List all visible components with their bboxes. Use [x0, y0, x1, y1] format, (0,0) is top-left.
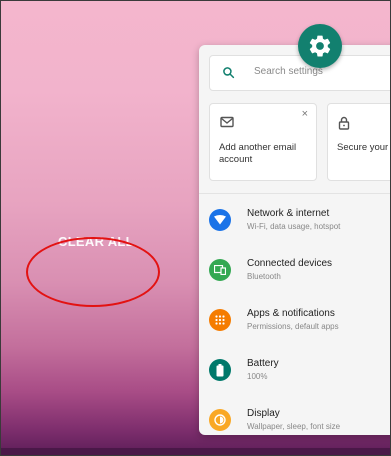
apps-icon [209, 309, 231, 331]
brightness-icon [209, 409, 231, 431]
wifi-icon [209, 209, 231, 231]
item-subtitle: Wi-Fi, data usage, hotspot [247, 222, 341, 231]
item-subtitle: Wallpaper, sleep, font size [247, 422, 341, 431]
suggestion-card-email[interactable]: × Add another email account [209, 103, 317, 181]
settings-app-icon[interactable] [298, 24, 342, 68]
item-title: Battery [247, 358, 279, 369]
search-placeholder: Search settings [254, 66, 323, 77]
settings-item-connected-devices[interactable]: Connected devices Bluetooth [199, 250, 391, 294]
settings-app-card[interactable]: Search settings × Add another email acco… [199, 45, 391, 435]
navigation-bar [0, 448, 391, 456]
settings-item-network[interactable]: Network & internet Wi-Fi, data usage, ho… [199, 200, 391, 244]
divider [199, 193, 391, 194]
mail-icon [220, 116, 234, 128]
lock-icon [338, 116, 350, 130]
settings-item-display[interactable]: Display Wallpaper, sleep, font size [199, 400, 391, 435]
gear-icon [309, 35, 331, 57]
suggestion-label: Add another email account [219, 142, 297, 165]
item-title: Apps & notifications [247, 308, 335, 319]
item-title: Network & internet [247, 208, 330, 219]
item-subtitle: 100% [247, 372, 268, 381]
search-settings-bar[interactable]: Search settings [209, 55, 391, 91]
item-subtitle: Bluetooth [247, 272, 281, 281]
item-subtitle: Permissions, default apps [247, 322, 339, 331]
suggestion-card-secure[interactable]: Secure your [327, 103, 391, 181]
settings-item-apps[interactable]: Apps & notifications Permissions, defaul… [199, 300, 391, 344]
item-title: Connected devices [247, 258, 333, 269]
devices-icon [209, 259, 231, 281]
annotation-ellipse [26, 237, 160, 307]
search-icon [223, 67, 235, 79]
dismiss-suggestion-button[interactable]: × [302, 108, 308, 120]
item-title: Display [247, 408, 280, 419]
recents-screen: CLEAR ALL Search settings × Add another … [0, 0, 391, 456]
settings-item-battery[interactable]: Battery 100% [199, 350, 391, 394]
battery-icon [209, 359, 231, 381]
suggestion-label: Secure your [337, 142, 389, 153]
